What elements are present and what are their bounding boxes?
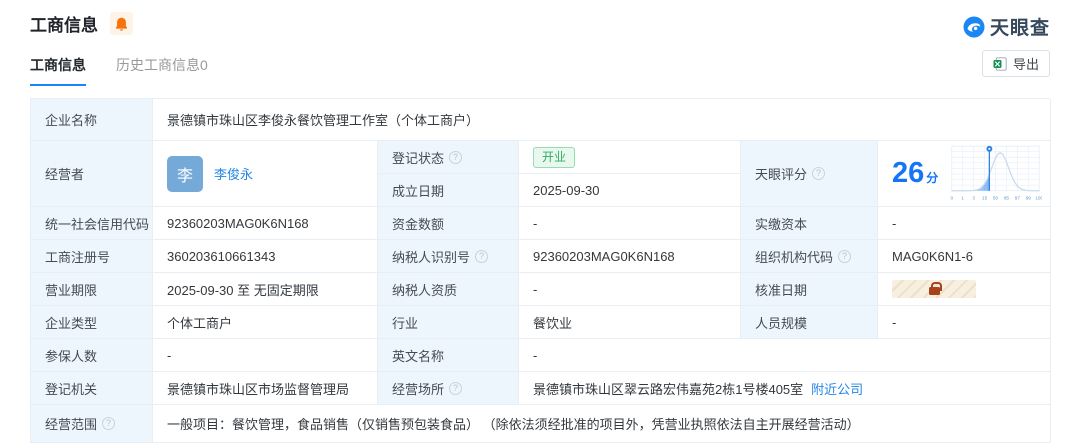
label-capital-amount: 资金数额 — [378, 207, 519, 240]
value-taxpayer-id: 92360203MAG0K6N168 — [519, 240, 741, 273]
value-score: 26分 — [878, 141, 1051, 207]
value-business-site: 景德镇市珠山区翠云路宏伟嘉苑2栋1号楼405室 附近公司 — [519, 372, 1051, 405]
svg-text:15: 15 — [982, 195, 988, 200]
value-staff-size: - — [878, 306, 1051, 339]
operator-name-link[interactable]: 李俊永 — [214, 164, 253, 183]
value-reg-status: 开业 — [519, 141, 741, 174]
label-taxpayer-id: 纳税人识别号 — [378, 240, 519, 273]
value-industry: 餐饮业 — [519, 306, 741, 339]
value-company-name: 景德镇市珠山区李俊永餐饮管理工作室（个体工商户） — [153, 99, 1051, 141]
help-icon[interactable] — [102, 417, 115, 430]
label-org-code: 组织机构代码 — [741, 240, 878, 273]
tab-business-info[interactable]: 工商信息 — [30, 55, 86, 86]
svg-text:3: 3 — [972, 195, 975, 200]
label-company-type: 企业类型 — [31, 306, 153, 339]
label-approval-date: 核准日期 — [741, 273, 878, 306]
status-badge: 开业 — [533, 147, 575, 168]
value-company-type: 个体工商户 — [153, 306, 378, 339]
value-credit-code: 92360203MAG0K6N168 — [153, 207, 378, 240]
label-reg-authority: 登记机关 — [31, 372, 153, 405]
monitor-bell-button[interactable] — [110, 12, 133, 35]
label-reg-status: 登记状态 — [378, 141, 519, 174]
label-establish-date: 成立日期 — [378, 174, 519, 207]
label-taxpayer-qualification: 纳税人资质 — [378, 273, 519, 306]
label-english-name: 英文名称 — [378, 339, 519, 372]
tab-history-business-info[interactable]: 历史工商信息0 — [116, 55, 208, 86]
tab-bar: 工商信息 历史工商信息0 导出 — [0, 54, 1080, 86]
bell-icon — [115, 17, 128, 31]
help-icon[interactable] — [812, 167, 825, 180]
value-reg-authority: 景德镇市珠山区市场监督管理局 — [153, 372, 378, 405]
label-score: 天眼评分 — [741, 141, 878, 207]
label-business-term: 营业期限 — [31, 273, 153, 306]
svg-text:100: 100 — [1035, 195, 1042, 200]
value-capital-amount: - — [519, 207, 741, 240]
value-taxpayer-qualification: - — [519, 273, 741, 306]
business-info-panel: 工商信息 天眼查 工商信息 历史工商信息0 — [0, 0, 1080, 436]
score-distribution-chart: 0 1 3 15 50 85 97 99 100 — [949, 144, 1042, 204]
help-icon[interactable] — [449, 151, 462, 164]
label-reg-number: 工商注册号 — [31, 240, 153, 273]
svg-text:85: 85 — [1004, 195, 1010, 200]
label-business-scope: 经营范围 — [31, 405, 153, 443]
label-industry: 行业 — [378, 306, 519, 339]
export-button[interactable]: 导出 — [982, 50, 1050, 77]
value-english-name: - — [519, 339, 1051, 372]
chart-x-axis-ticks: 0 1 3 15 50 85 97 99 100 — [950, 195, 1042, 200]
export-label: 导出 — [1013, 54, 1039, 73]
value-business-term: 2025-09-30 至 无固定期限 — [153, 273, 378, 306]
value-approval-date-redacted — [878, 273, 1051, 306]
label-operator: 经营者 — [31, 141, 153, 207]
business-info-table: 企业名称 景德镇市珠山区李俊永餐饮管理工作室（个体工商户） 经营者 李 李俊永 … — [30, 98, 1050, 443]
score-number: 26分 — [892, 159, 938, 188]
redacted-value-chip[interactable] — [892, 280, 976, 298]
value-operator: 李 李俊永 — [153, 141, 378, 207]
svg-text:1: 1 — [961, 195, 964, 200]
help-icon[interactable] — [449, 382, 462, 395]
panel-header: 工商信息 天眼查 — [0, 0, 1080, 40]
business-site-address: 景德镇市珠山区翠云路宏伟嘉苑2栋1号楼405室 — [533, 379, 803, 398]
svg-text:99: 99 — [1026, 195, 1032, 200]
label-staff-size: 人员规模 — [741, 306, 878, 339]
svg-text:0: 0 — [950, 195, 953, 200]
tianyancha-logo: 天眼查 — [963, 11, 1050, 40]
svg-text:97: 97 — [1015, 195, 1021, 200]
lock-icon — [929, 287, 940, 295]
operator-avatar[interactable]: 李 — [167, 156, 203, 192]
value-insured-count: - — [153, 339, 378, 372]
label-company-name: 企业名称 — [31, 99, 153, 141]
label-insured-count: 参保人数 — [31, 339, 153, 372]
label-paid-in-capital: 实缴资本 — [741, 207, 878, 240]
svg-text:50: 50 — [993, 195, 999, 200]
section-title: 工商信息 — [30, 11, 98, 36]
value-business-scope: 一般项目：餐饮管理，食品销售（仅销售预包装食品） （除依法须经批准的项目外，凭营… — [153, 405, 1051, 443]
help-icon[interactable] — [475, 250, 488, 263]
nearby-companies-link[interactable]: 附近公司 — [811, 379, 863, 398]
help-icon[interactable] — [838, 250, 851, 263]
label-business-site: 经营场所 — [378, 372, 519, 405]
value-reg-number: 360203610661343 — [153, 240, 378, 273]
value-org-code: MAG0K6N1-6 — [878, 240, 1051, 273]
excel-icon — [993, 57, 1007, 71]
logo-text: 天眼查 — [990, 13, 1050, 40]
label-credit-code: 统一社会信用代码 — [31, 207, 153, 240]
value-establish-date: 2025-09-30 — [519, 174, 741, 207]
value-paid-in-capital: - — [878, 207, 1051, 240]
tianyancha-logo-icon — [963, 16, 985, 38]
